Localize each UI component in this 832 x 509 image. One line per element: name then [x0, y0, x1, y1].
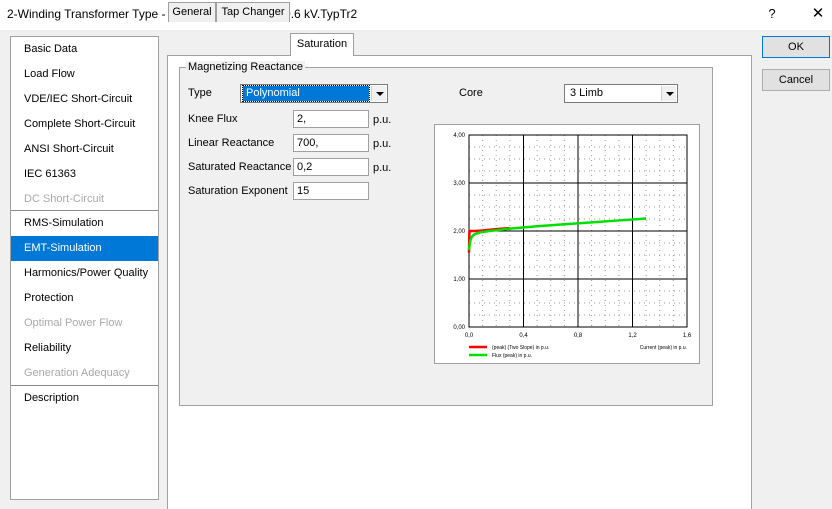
saturated-reactance-field[interactable] [293, 158, 369, 176]
core-label: Core [459, 87, 483, 99]
linear-reactance-label: Linear Reactance [188, 137, 275, 149]
help-button[interactable]: ? [762, 6, 782, 21]
saturation-exponent-label: Saturation Exponent [188, 185, 288, 197]
sidebar-item-generation-adequacy: Generation Adequacy [24, 367, 130, 379]
chevron-down-icon[interactable] [371, 86, 386, 101]
sidebar-item-vde-iec-short-circuit[interactable]: VDE/IEC Short-Circuit [11, 87, 158, 112]
sidebar-item-protection[interactable]: Protection [11, 286, 158, 311]
cancel-button[interactable]: Cancel [762, 69, 830, 91]
sidebar-item-dc-short-circuit: DC Short-Circuit [24, 193, 105, 205]
linear-reactance-unit: p.u. [373, 138, 392, 150]
x-tick-label: 0,4 [519, 333, 528, 339]
sidebar-item-complete-short-circuit[interactable]: Complete Short-Circuit [11, 112, 158, 137]
x-tick-label: 0,8 [574, 333, 583, 339]
saturated-reactance-label: Saturated Reactance [188, 161, 292, 173]
tab-saturation[interactable]: Saturation [290, 33, 354, 56]
series-line [467, 217, 647, 251]
sidebar-item-load-flow[interactable]: Load Flow [11, 62, 158, 87]
x-tick-label: 0,0 [465, 333, 474, 339]
y-tick-label: 4,00 [453, 133, 465, 139]
ok-button[interactable]: OK [762, 36, 830, 58]
saturation-chart: 0,0 0,4 0,8 1,2 1,6 0,00 1,00 2,00 3,00 4,00 (peak… [434, 124, 700, 364]
y-tick-label: 0,00 [453, 325, 465, 331]
knee-flux-unit: p.u. [373, 114, 392, 126]
sidebar-item-basic-data[interactable]: Basic Data [11, 37, 158, 62]
sidebar-item-iec-61363[interactable]: IEC 61363 [11, 162, 158, 187]
y-tick-label: 3,00 [453, 181, 465, 187]
sidebar-item-description[interactable]: Description [11, 386, 158, 411]
sidebar: Basic Data Load Flow VDE/IEC Short-Circu… [10, 36, 159, 500]
x-tick-label: 1,6 [683, 333, 692, 339]
tab-general[interactable]: General [168, 2, 216, 22]
knee-flux-field[interactable] [293, 110, 369, 128]
sidebar-item-emt-simulation[interactable]: EMT-Simulation [11, 236, 158, 261]
y-tick-label: 1,00 [453, 277, 465, 283]
legend-label: (peak) (Two Slope) in p.u. [492, 345, 549, 351]
x-tick-label: 1,2 [628, 333, 637, 339]
saturated-reactance-unit: p.u. [373, 162, 392, 174]
group-legend: Magnetizing Reactance [186, 61, 305, 73]
linear-reactance-field[interactable] [293, 134, 369, 152]
sidebar-item-ansi-short-circuit[interactable]: ANSI Short-Circuit [11, 137, 158, 162]
sidebar-item-rms-simulation[interactable]: RMS-Simulation [11, 211, 158, 236]
tab-tap-changer[interactable]: Tap Changer [216, 2, 290, 22]
chevron-down-icon[interactable] [661, 86, 676, 101]
chart-svg: 0,0 0,4 0,8 1,2 1,6 0,00 1,00 2,00 3,00 4,00 (peak… [453, 133, 692, 359]
legend-label: Flux (peak) in p.u. [492, 353, 532, 359]
saturation-exponent-field[interactable] [293, 182, 369, 200]
close-button[interactable]: ✕ [808, 4, 828, 22]
core-select-value: 3 Limb [570, 87, 604, 99]
core-select[interactable]: 3 Limb [564, 84, 678, 103]
sidebar-item-reliability[interactable]: Reliability [11, 336, 158, 361]
title-bar: 2-Winding Transformer Type - Library\60M… [0, 0, 832, 30]
type-label: Type [188, 87, 212, 99]
y-tick-label: 2,00 [453, 229, 465, 235]
type-select[interactable]: Polynomial [240, 84, 388, 103]
sidebar-item-optimal-power-flow: Optimal Power Flow [24, 317, 123, 329]
x-axis-label: Current (peak) in p.u. [640, 345, 687, 351]
sidebar-item-harmonics-power-quality[interactable]: Harmonics/Power Quality [11, 261, 158, 286]
type-select-value: Polynomial [242, 85, 370, 102]
knee-flux-label: Knee Flux [188, 113, 238, 125]
